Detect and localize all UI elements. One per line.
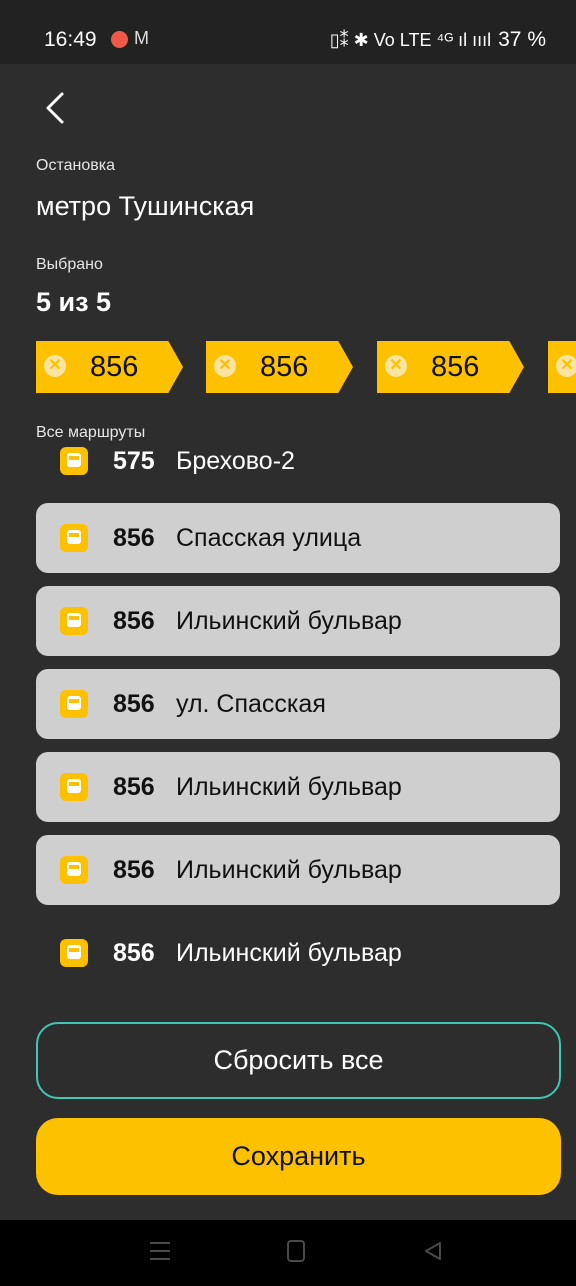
signal-icons: ▯⁑ ✱ Vo LTE ⁴ᴳ ıl ıııl — [329, 29, 492, 50]
bus-icon — [60, 524, 88, 552]
route-name: Ильинский бульвар — [176, 607, 402, 635]
status-bar: 16:49 M ▯⁑ ✱ Vo LTE ⁴ᴳ ıl ıııl 37 % — [0, 0, 576, 64]
route-number: 856 — [113, 773, 155, 801]
status-icons: ▯⁑ ✱ Vo LTE ⁴ᴳ ıl ıııl 37 % — [330, 28, 546, 52]
remove-icon[interactable]: ✕ — [214, 355, 236, 377]
system-back-icon[interactable] — [422, 1240, 444, 1262]
bus-icon — [60, 690, 88, 718]
system-nav-bar — [0, 1220, 576, 1286]
route-name: Спасская улица — [176, 524, 362, 552]
status-time: 16:49 — [44, 28, 97, 51]
recent-apps-icon[interactable] — [150, 1242, 170, 1260]
remove-icon[interactable]: ✕ — [556, 355, 576, 377]
chip-route[interactable]: ✕ 856 — [36, 341, 183, 393]
home-icon[interactable] — [287, 1240, 305, 1262]
chip-route[interactable]: ✕ 856 — [377, 341, 524, 393]
selected-count: 5 из 5 — [36, 287, 112, 317]
list-item[interactable]: 856 Ильинский бульвар — [36, 586, 560, 656]
remove-icon[interactable]: ✕ — [44, 355, 66, 377]
route-name: ул. Спасская — [176, 690, 326, 718]
list-item[interactable]: 856 Ильинский бульвар — [36, 918, 560, 988]
route-name: Ильинский бульвар — [176, 773, 402, 801]
route-number: 856 — [113, 690, 155, 718]
chip-route-number: 856 — [90, 351, 139, 383]
bus-icon — [60, 607, 88, 635]
all-routes-label: Все маршруты — [36, 424, 146, 444]
route-name: Ильинский бульвар — [176, 856, 402, 884]
chip-route-number: 856 — [260, 351, 309, 383]
bus-icon — [60, 773, 88, 801]
route-number: 856 — [113, 607, 155, 635]
route-number: 856 — [113, 856, 155, 884]
remove-icon[interactable]: ✕ — [385, 355, 407, 377]
list-item[interactable]: 856 Ильинский бульвар — [36, 752, 560, 822]
notification-dot-icon — [111, 31, 128, 48]
list-item[interactable]: 575 Брехово-2 — [36, 438, 560, 496]
bus-icon — [60, 856, 88, 884]
route-name: Брехово-2 — [176, 447, 295, 475]
stop-label: Остановка — [36, 157, 115, 174]
back-chevron-icon[interactable] — [38, 88, 78, 128]
route-number: 856 — [113, 939, 155, 967]
selected-label: Выбрано — [36, 256, 103, 273]
bus-icon — [60, 447, 88, 475]
chip-route[interactable]: ✕ 856 — [206, 341, 353, 393]
reset-all-button[interactable]: Сбросить все — [36, 1022, 561, 1099]
route-number: 575 — [113, 447, 155, 475]
bus-icon — [60, 939, 88, 967]
list-item[interactable]: 856 Спасская улица — [36, 503, 560, 573]
routes-list[interactable]: 575 Брехово-2 856 Спасская улица 856 Иль… — [0, 438, 576, 1000]
battery-level: 37 % — [498, 28, 546, 51]
stop-name: метро Тушинская — [36, 191, 255, 221]
selected-chips: ✕ 856 ✕ 856 ✕ 856 ✕ — [36, 341, 576, 393]
chip-route[interactable]: ✕ — [548, 341, 576, 393]
gmail-icon: M — [134, 28, 149, 48]
list-item[interactable]: 856 ул. Спасская — [36, 669, 560, 739]
chip-route-number: 856 — [431, 351, 480, 383]
list-item[interactable]: 856 Ильинский бульвар — [36, 835, 560, 905]
route-number: 856 — [113, 524, 155, 552]
route-name: Ильинский бульвар — [176, 939, 402, 967]
save-button[interactable]: Сохранить — [36, 1118, 561, 1195]
